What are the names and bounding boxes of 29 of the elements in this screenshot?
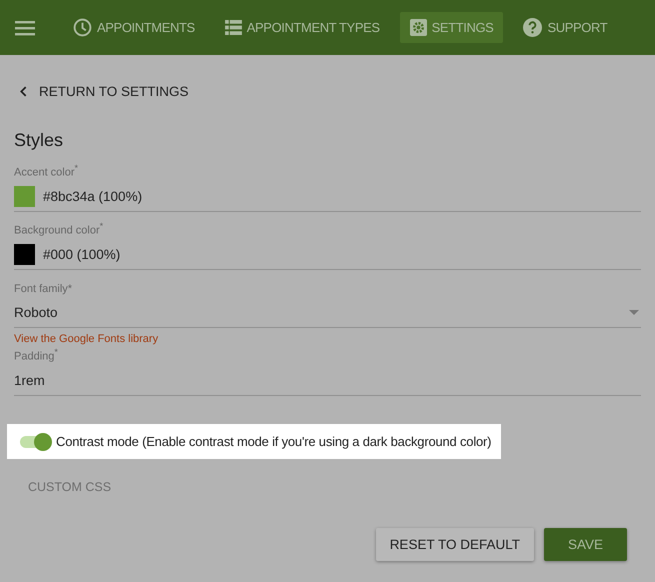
clock-icon: [73, 18, 92, 37]
nav-tab[interactable]: APPOINTMENTS: [63, 12, 205, 43]
save-button[interactable]: SAVE: [544, 528, 627, 561]
return-link[interactable]: RETURN TO SETTINGS: [14, 55, 641, 100]
section-title: Styles: [14, 130, 64, 152]
color-swatch[interactable]: [14, 186, 35, 207]
input-field[interactable]: 1rem: [14, 366, 641, 396]
list-icon: [224, 20, 242, 35]
input-field[interactable]: #8bc34a (100%): [14, 182, 641, 212]
field-label: Padding$^{*}$: [14, 347, 58, 363]
settings-icon: [410, 19, 427, 36]
toggle-label: Contrast mode (Enable contrast mode if you're using a dark background color): [56, 434, 492, 449]
caret-icon: [629, 310, 639, 315]
menu-icon[interactable]: [15, 20, 35, 36]
nav-tab[interactable]: SETTINGS: [400, 12, 504, 43]
nav-tab[interactable]: APPOINTMENT TYPES: [214, 12, 390, 43]
color-swatch[interactable]: [14, 244, 35, 265]
nav-tab[interactable]: SUPPORT: [513, 12, 618, 43]
custom-css-button[interactable]: CUSTOM CSS: [28, 480, 112, 494]
input-field[interactable]: Roboto: [14, 298, 641, 328]
chevron-left-icon: [20, 86, 27, 97]
help-icon: [523, 18, 542, 37]
toggle-switch[interactable]: [20, 436, 50, 448]
field-label: Font family*: [14, 283, 72, 295]
field-label: Accent color$^{*}$: [14, 163, 78, 179]
reset-button[interactable]: RESET TO DEFAULT: [376, 528, 534, 561]
field-label: Background color$^{*}$: [14, 221, 104, 237]
fonts-link[interactable]: View the Google Fonts library: [14, 333, 641, 345]
input-field[interactable]: #000 (100%): [14, 240, 641, 270]
